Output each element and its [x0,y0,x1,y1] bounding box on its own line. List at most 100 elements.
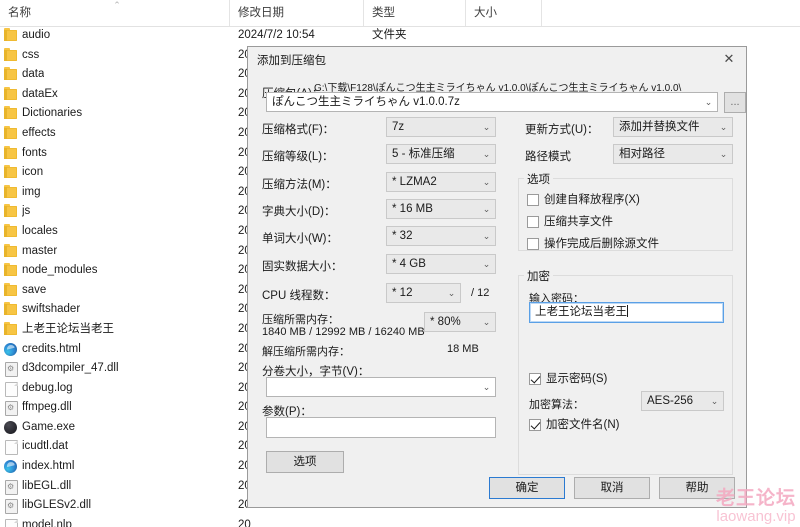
file-name: js [22,205,31,218]
file-name: fonts [22,146,47,159]
path-mode-value: 相对路径 [619,148,665,160]
chevron-down-icon[interactable]: ⌄ [478,378,495,396]
dictionary-size-value: * 16 MB [392,203,433,215]
ok-button[interactable]: 确定 [489,477,565,499]
file-name: data [22,68,45,81]
chevron-down-icon[interactable]: ⌄ [478,173,495,191]
file-name: save [22,283,47,296]
column-header-type[interactable]: 类型 [364,0,466,26]
folder-icon [4,302,17,316]
format-value: 7z [392,121,405,133]
folder-icon [4,243,17,257]
archive-name-combo[interactable]: ぽんこつ生主ミライちゃん v1.0.0.7z ⌄ [266,92,718,112]
word-size-combo[interactable]: * 32 ⌄ [386,226,496,246]
file-name: img [22,185,41,198]
folder-icon [4,67,17,81]
file-name: Game.exe [22,420,76,433]
folder-icon [4,125,17,139]
compress-shared-label: 压缩共享文件 [544,216,613,228]
word-size-label: 单词大小(W)： [262,233,339,245]
chevron-down-icon[interactable]: ⌄ [715,118,732,136]
parameters-input[interactable] [266,417,496,438]
chevron-down-icon[interactable]: ⌄ [700,93,717,111]
chevron-down-icon[interactable]: ⌄ [478,313,495,331]
dictionary-size-combo[interactable]: * 16 MB ⌄ [386,199,496,219]
update-mode-value: 添加并替换文件 [619,121,700,133]
folder-icon [4,321,17,335]
column-header-date[interactable]: 修改日期 [230,0,364,26]
file-name: node_modules [22,264,98,277]
folder-icon [4,106,17,120]
dll-icon [5,479,18,495]
table-row[interactable]: audio 2024/7/2 10:54 文件夹 [0,26,800,46]
show-password-checkbox[interactable] [529,373,541,385]
cpu-threads-combo[interactable]: * 12 ⌄ [386,283,461,303]
solid-block-size-combo[interactable]: * 4 GB ⌄ [386,254,496,274]
compress-memory-value: 1840 MB / 12992 MB / 16240 MB [262,326,425,338]
chevron-down-icon[interactable]: ⌄ [478,255,495,273]
file-date: 2024/7/2 10:54 [238,29,315,41]
screen-root: 名称 修改日期 类型 大小 ⌃ audio 2024/7/2 10:54 文件夹 cs… [0,0,800,527]
close-icon[interactable]: ✕ [712,47,746,71]
dll-icon [5,499,18,515]
file-name: locales [22,224,58,237]
cpu-threads-value: * 12 [392,287,413,299]
browse-button[interactable]: ... [724,92,746,113]
folder-icon [4,145,17,159]
folder-icon [4,223,17,237]
encryption-algorithm-value: AES-256 [647,395,694,407]
file-name: model.nlp [22,518,72,527]
sfx-checkbox[interactable] [527,194,539,206]
memory-percent-value: * 80% [430,316,461,328]
table-row[interactable]: model.nlp 20 [0,516,800,527]
memory-percent-combo[interactable]: * 80% ⌄ [424,312,496,332]
decompress-memory-label: 解压缩所需内存： [262,346,350,358]
options-button[interactable]: 选项 [266,451,344,473]
file-name: Dictionaries [22,107,83,120]
level-value: 5 - 标准压缩 [392,148,455,160]
format-combo[interactable]: 7z ⌄ [386,117,496,137]
encryption-group-title: 加密 [524,268,553,284]
file-name: icon [22,166,44,179]
delete-after-label: 操作完成后删除源文件 [544,238,659,250]
folder-icon [4,165,17,179]
chevron-down-icon[interactable]: ⌄ [478,118,495,136]
password-input[interactable]: 上老王论坛当老王 [529,302,724,323]
folder-icon [4,282,17,296]
word-size-value: * 32 [392,230,413,242]
chevron-down-icon[interactable]: ⌄ [706,392,723,410]
folder-icon [4,263,17,277]
file-name: credits.html [22,342,81,355]
cpu-threads-label: CPU 线程数： [262,290,336,302]
chevron-down-icon[interactable]: ⌄ [443,284,460,302]
path-mode-combo[interactable]: 相对路径 ⌄ [613,144,733,164]
options-group-title: 选项 [524,171,553,187]
dialog-titlebar: 添加到压缩包 ✕ [248,47,746,71]
sort-ascending-icon: ⌃ [113,0,121,10]
chevron-down-icon[interactable]: ⌄ [478,200,495,218]
text-caret [627,305,628,317]
file-size [474,26,542,46]
compress-shared-checkbox[interactable] [527,216,539,228]
folder-icon [4,47,17,61]
volume-size-combo[interactable]: ⌄ [266,377,496,397]
password-value: 上老王论坛当老王 [535,306,627,318]
file-name: index.html [22,460,75,473]
update-mode-combo[interactable]: 添加并替换文件 ⌄ [613,117,733,137]
method-combo[interactable]: * LZMA2 ⌄ [386,172,496,192]
exe-icon [4,420,17,434]
encrypt-filenames-checkbox[interactable] [529,419,541,431]
help-button[interactable]: 帮助 [659,477,735,499]
column-header-size[interactable]: 大小 [466,0,542,26]
folder-icon [4,204,17,218]
file-name: css [22,48,40,61]
delete-after-checkbox[interactable] [527,238,539,250]
encryption-algorithm-combo[interactable]: AES-256 ⌄ [641,391,724,411]
chevron-down-icon[interactable]: ⌄ [715,145,732,163]
file-name: libGLESv2.dll [22,499,92,512]
chevron-down-icon[interactable]: ⌄ [478,227,495,245]
cancel-button[interactable]: 取消 [574,477,650,499]
chevron-down-icon[interactable]: ⌄ [478,145,495,163]
folder-icon [4,28,17,41]
level-combo[interactable]: 5 - 标准压缩 ⌄ [386,144,496,164]
